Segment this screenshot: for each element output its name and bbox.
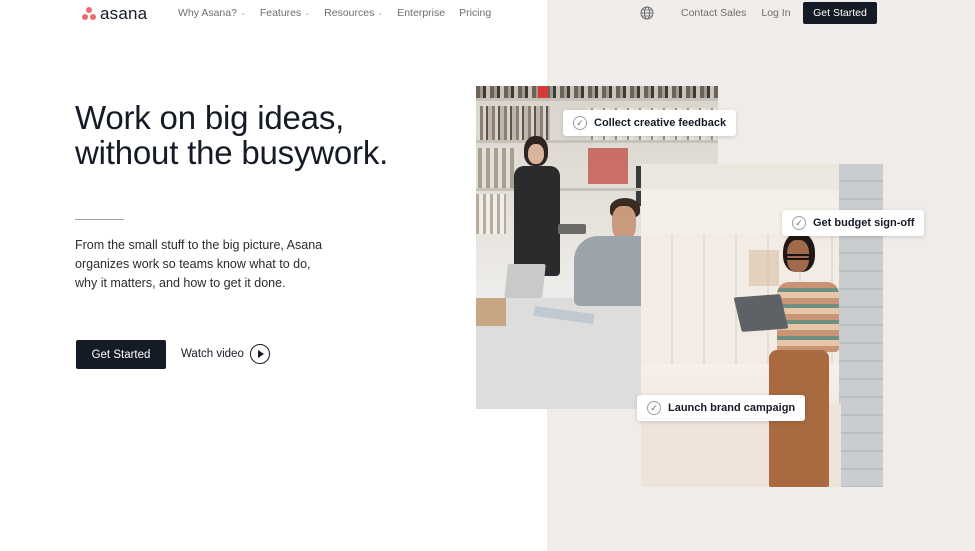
hero-title-line-1: Work on big ideas, [75, 99, 345, 136]
asana-logo[interactable]: asana [82, 4, 147, 24]
hero-title-line-2: without the busywork. [75, 134, 389, 171]
play-icon [249, 344, 270, 364]
check-circle-icon: ✓ [792, 216, 806, 230]
asana-logo-icon [82, 7, 96, 21]
chevron-down-icon: ⌄ [239, 10, 246, 17]
globe-icon[interactable] [640, 6, 654, 20]
nav-enterprise[interactable]: Enterprise [397, 7, 445, 19]
chevron-down-icon: ⌄ [304, 10, 311, 17]
task-card-collect-feedback: ✓ Collect creative feedback [563, 110, 737, 136]
hero-divider [75, 219, 124, 220]
watch-video-label: Watch video [181, 348, 244, 360]
nav-why-asana[interactable]: Why Asana? ⌄ [178, 7, 246, 19]
watch-video-button[interactable]: Watch video [181, 344, 270, 364]
task-card-launch-campaign: ✓ Launch brand campaign [637, 395, 806, 421]
task-card-budget-signoff: ✓ Get budget sign-off [782, 210, 925, 236]
nav-resources-label: Resources [324, 7, 375, 19]
hero-get-started-button[interactable]: Get Started [76, 340, 166, 369]
hero-description: From the small stuff to the big picture,… [75, 236, 335, 293]
hero-description-line-1: From the small stuff to the big picture,… [75, 238, 323, 252]
hero-description-line-2: organizes work so teams know what to do, [75, 257, 311, 271]
nav-features[interactable]: Features ⌄ [260, 7, 310, 19]
hero-description-line-3: why it matters, and how to get it done. [75, 276, 286, 290]
nav-right-links: Contact Sales Log In [681, 7, 791, 19]
hero-title: Work on big ideas, without the busywork. [75, 100, 475, 170]
contact-sales-link[interactable]: Contact Sales [681, 7, 746, 19]
check-circle-icon: ✓ [647, 401, 661, 415]
logo-text: asana [100, 4, 148, 23]
task-label: Launch brand campaign [668, 402, 796, 414]
task-label: Collect creative feedback [594, 117, 727, 129]
task-label: Get budget sign-off [813, 217, 915, 229]
log-in-link[interactable]: Log In [761, 7, 790, 19]
nav-get-started-button[interactable]: Get Started [803, 2, 877, 24]
main-nav-links: Why Asana? ⌄ Features ⌄ Resources ⌄ Ente… [178, 7, 491, 19]
nav-pricing[interactable]: Pricing [459, 7, 491, 19]
nav-features-label: Features [259, 7, 302, 19]
chevron-down-icon: ⌄ [377, 10, 384, 17]
top-navigation: asana Why Asana? ⌄ Features ⌄ Resources … [0, 0, 975, 28]
nav-resources[interactable]: Resources ⌄ [324, 7, 383, 19]
nav-enterprise-label: Enterprise [397, 7, 446, 19]
nav-why-asana-label: Why Asana? [178, 7, 237, 19]
check-circle-icon: ✓ [573, 116, 587, 130]
nav-pricing-label: Pricing [459, 7, 492, 19]
